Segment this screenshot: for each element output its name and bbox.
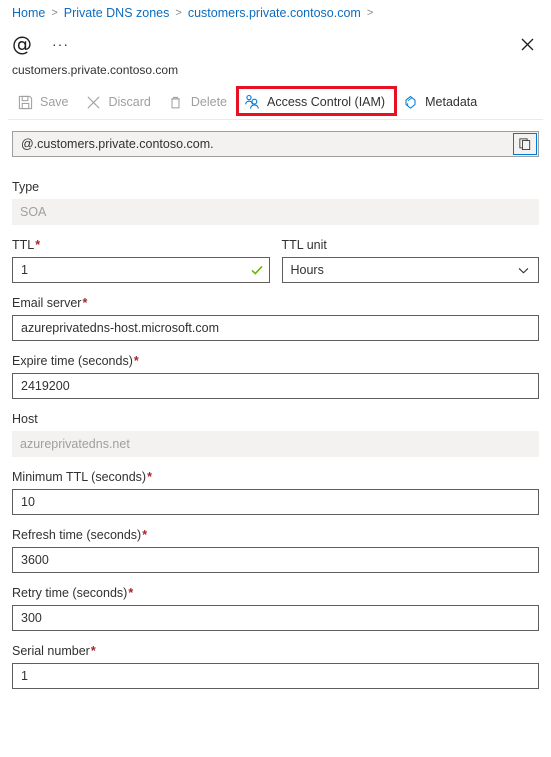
ttl-input[interactable] [13,258,245,282]
field-host-label: Host [12,412,38,426]
copy-icon [519,138,531,150]
blade-header: @ ··· customers.private.contoso.com [0,26,551,79]
refresh-time-input-wrap[interactable] [12,547,539,573]
expire-time-input-wrap[interactable] [12,373,539,399]
required-marker: * [147,470,152,484]
required-marker: * [82,296,88,310]
breadcrumb-item-private-dns-zones[interactable]: Private DNS zones [64,6,170,20]
type-input [12,199,539,225]
breadcrumb-item-home[interactable]: Home [12,6,45,20]
save-label: Save [40,95,69,109]
field-email-server-label: Email server* [12,296,88,310]
breadcrumb: Home > Private DNS zones > customers.pri… [0,0,551,26]
chevron-down-icon [518,267,529,274]
fqdn-row: @.customers.private.contoso.com. [12,131,539,157]
email-server-input[interactable] [13,316,538,340]
valid-check-icon [245,263,269,277]
discard-label: Discard [108,95,151,109]
delete-label: Delete [190,95,228,109]
refresh-time-input[interactable] [13,548,538,572]
field-retry-time: Retry time (seconds)* [12,585,539,631]
breadcrumb-separator-icon: > [51,7,58,19]
host-input-wrap [12,431,539,457]
field-refresh-time: Refresh time (seconds)* [12,527,539,573]
delete-button[interactable]: Delete [159,87,235,117]
command-bar: Save Discard Delete Access Control (IAM)… [0,85,551,120]
required-marker: * [133,354,139,368]
breadcrumb-separator-icon: > [366,7,374,19]
field-minimum-ttl: Minimum TTL (seconds)* [12,469,539,515]
field-type-label: Type [12,180,40,194]
close-button[interactable] [515,32,539,56]
page-subtitle: customers.private.contoso.com [12,63,179,77]
trash-icon [167,93,185,111]
serial-number-input-wrap[interactable] [12,663,539,689]
required-marker: * [142,528,148,542]
type-input-wrap [12,199,539,225]
field-email-server: Email server* [12,295,539,341]
retry-time-input[interactable] [13,606,538,630]
email-server-input-wrap[interactable] [12,315,539,341]
fqdn-value: @.customers.private.contoso.com. [21,137,214,151]
access-control-iam-button[interactable]: Access Control (IAM) [235,87,393,117]
required-marker: * [90,644,96,658]
host-input [12,431,539,457]
record-form: @.customers.private.contoso.com. Type TT… [0,119,551,689]
ttl-input-wrap[interactable] [12,257,270,283]
field-type: Type [12,179,539,225]
field-expire-time: Expire time (seconds)* [12,353,539,399]
save-icon [16,93,34,111]
copy-to-clipboard-button[interactable] [513,133,537,155]
command-bar-divider [8,119,543,120]
field-serial-number-label: Serial number* [12,644,96,658]
serial-number-input[interactable] [13,664,538,688]
discard-button[interactable]: Discard [77,87,159,117]
retry-time-input-wrap[interactable] [12,605,539,631]
save-button[interactable]: Save [8,87,77,117]
field-ttl-label: TTL* [12,238,41,252]
ttl-row: TTL* TTL unit Hours [12,237,539,283]
ttl-unit-select[interactable]: Hours [281,257,539,283]
metadata-button[interactable]: Metadata [393,87,485,117]
close-icon [521,38,533,50]
more-options-button[interactable]: ··· [48,35,73,53]
expire-time-input[interactable] [13,374,538,398]
field-retry-time-label: Retry time (seconds)* [12,586,134,600]
field-host: Host [12,411,539,457]
breadcrumb-item-zone[interactable]: customers.private.contoso.com [188,6,361,20]
tag-shield-icon [401,93,419,111]
breadcrumb-separator-icon: > [175,7,182,19]
field-expire-time-label: Expire time (seconds)* [12,354,139,368]
field-refresh-time-label: Refresh time (seconds)* [12,528,148,542]
minimum-ttl-input-wrap[interactable] [12,489,539,515]
field-minimum-ttl-label: Minimum TTL (seconds)* [12,470,152,484]
field-serial-number: Serial number* [12,643,539,689]
discard-icon [85,93,103,111]
field-ttl-unit: TTL unit Hours [281,237,539,283]
ttl-unit-value: Hours [290,263,324,277]
people-icon [243,93,261,111]
field-ttl-unit-label: TTL unit [281,238,327,252]
required-marker: * [35,238,41,252]
access-control-iam-label: Access Control (IAM) [267,95,386,109]
required-marker: * [128,586,134,600]
title-row: @ ··· [12,30,539,58]
metadata-label: Metadata [425,95,478,109]
minimum-ttl-input[interactable] [13,490,538,514]
page-title: @ [12,32,32,56]
field-ttl: TTL* [12,237,270,283]
